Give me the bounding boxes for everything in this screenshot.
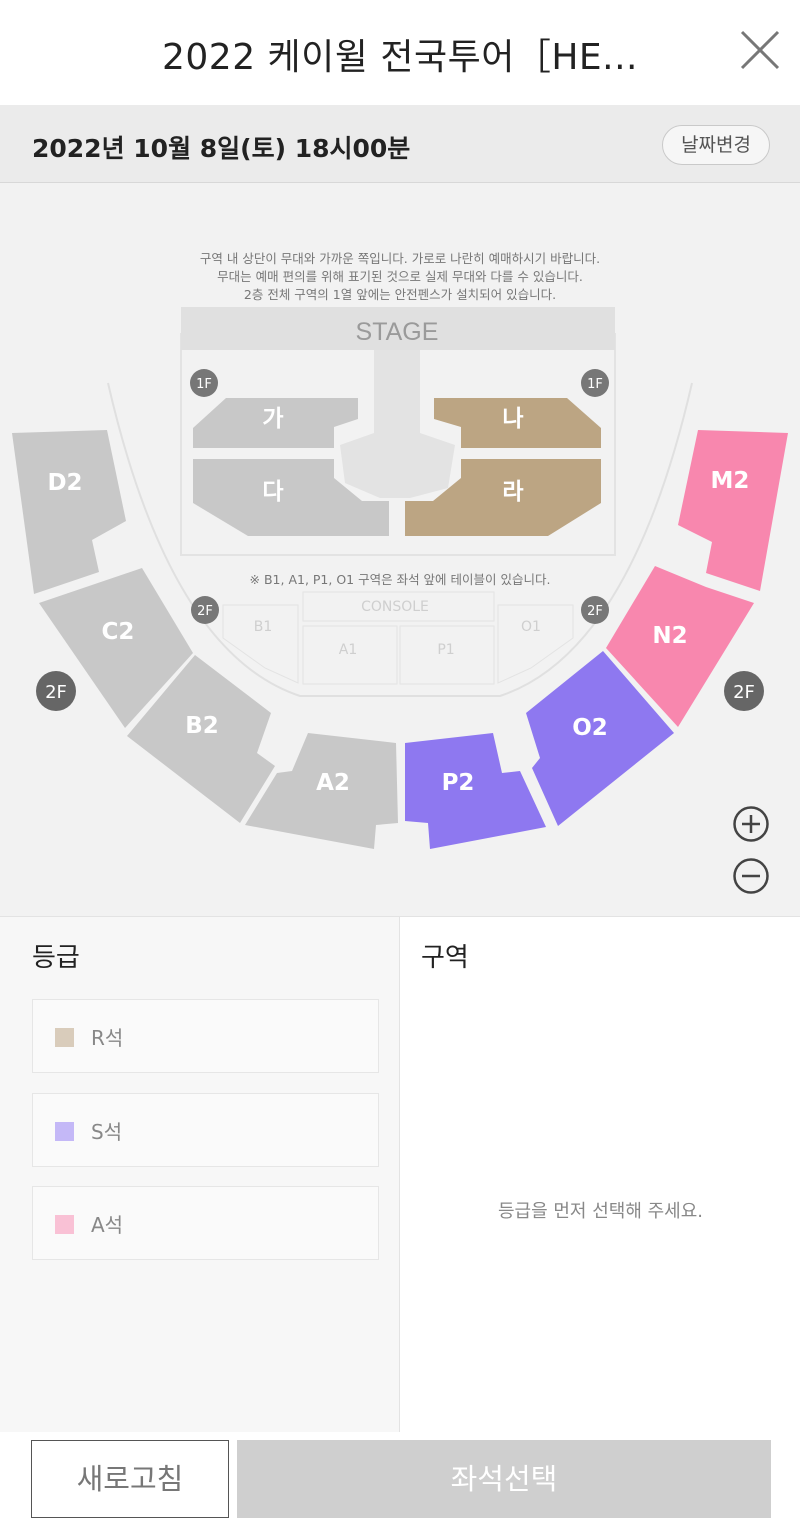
- section-a2-label: A2: [316, 770, 350, 796]
- section-ra-label: 라: [502, 479, 523, 505]
- section-n2-label: N2: [652, 623, 687, 649]
- section-m2-label: M2: [711, 468, 750, 494]
- grade-panel: 등급 R석 S석 A석: [0, 917, 400, 1433]
- section-d2-label: D2: [47, 470, 82, 496]
- zone-heading: 구역: [421, 943, 469, 973]
- section-a2[interactable]: A2: [245, 733, 398, 849]
- floor-badge-2f-inner-left: 2F: [191, 596, 219, 624]
- section-p1[interactable]: P1: [399, 625, 495, 685]
- section-b1[interactable]: B1: [222, 604, 299, 684]
- section-da-label: 다: [262, 479, 283, 505]
- date-bar: 2022년 10월 8일(토) 18시00분 날짜변경: [0, 105, 800, 183]
- grade-item-s[interactable]: S석: [32, 1093, 379, 1167]
- section-b2-label: B2: [185, 713, 219, 739]
- grade-label: S석: [91, 1120, 123, 1144]
- svg-text:2F: 2F: [587, 604, 603, 619]
- header: 2022 케이윌 전국투어［HE...: [0, 0, 800, 105]
- selection-panel: 등급 R석 S석 A석 구역 등급을 먼저 선택해 주세요.: [0, 916, 800, 1433]
- section-c2-label: C2: [102, 619, 135, 645]
- stage-label: STAGE: [356, 318, 439, 346]
- close-icon[interactable]: [738, 28, 782, 72]
- seat-map: STAGE 가 나 다 라 CONSOLE B1 A1 P1 O1 D2 C2 …: [0, 183, 800, 916]
- section-na-label: 나: [502, 406, 523, 432]
- svg-text:2F: 2F: [197, 604, 213, 619]
- svg-text:2F: 2F: [733, 682, 755, 703]
- section-p2[interactable]: P2: [405, 733, 546, 849]
- page-title: 2022 케이윌 전국투어［HE...: [162, 37, 638, 78]
- table-notice: ※ B1, A1, P1, O1 구역은 좌석 앞에 테이블이 있습니다.: [249, 572, 551, 587]
- grade-swatch: [55, 1122, 74, 1141]
- notice-line: 구역 내 상단이 무대와 가까운 쪽입니다. 가로로 나란히 예매하시기 바랍니…: [199, 251, 601, 266]
- floor-badge-2f-outer-right: 2F: [724, 671, 764, 711]
- section-a1-label: A1: [339, 642, 357, 658]
- grade-swatch: [55, 1028, 74, 1047]
- section-m2[interactable]: M2: [678, 430, 788, 591]
- section-o1-label: O1: [521, 619, 541, 635]
- section-ga[interactable]: 가: [193, 398, 358, 448]
- floor-badge-1f-left: 1F: [190, 369, 218, 397]
- svg-text:1F: 1F: [587, 377, 603, 392]
- svg-text:2F: 2F: [45, 682, 67, 703]
- floor-badge-2f-outer-left: 2F: [36, 671, 76, 711]
- grade-label: R석: [91, 1026, 124, 1050]
- svg-text:1F: 1F: [196, 377, 212, 392]
- stage-runway: [340, 350, 455, 498]
- floor-badge-2f-inner-right: 2F: [581, 596, 609, 624]
- select-seat-button[interactable]: 좌석선택: [237, 1440, 771, 1518]
- grade-item-a[interactable]: A석: [32, 1186, 379, 1260]
- section-p1-label: P1: [437, 642, 454, 658]
- section-p2-label: P2: [442, 770, 475, 796]
- grade-swatch: [55, 1215, 74, 1234]
- console-label: CONSOLE: [361, 599, 429, 615]
- zone-empty-message: 등급을 먼저 선택해 주세요.: [497, 1201, 704, 1222]
- floor-badge-1f-right: 1F: [581, 369, 609, 397]
- section-ga-label: 가: [262, 406, 283, 432]
- section-o1[interactable]: O1: [497, 604, 574, 684]
- minus-circle-icon[interactable]: [732, 857, 770, 895]
- section-o2-label: O2: [572, 715, 608, 741]
- plus-circle-icon[interactable]: [732, 805, 770, 843]
- grade-item-r[interactable]: R석: [32, 999, 379, 1073]
- section-b1-label: B1: [254, 619, 273, 635]
- notice-line: 무대는 예매 편의를 위해 표기된 것으로 실제 무대와 다를 수 있습니다.: [217, 269, 583, 284]
- zone-panel: 구역 등급을 먼저 선택해 주세요.: [401, 917, 800, 1433]
- grade-label: A석: [91, 1213, 124, 1237]
- refresh-button[interactable]: 새로고침: [31, 1440, 229, 1518]
- action-bar: 새로고침 좌석선택: [0, 1432, 800, 1524]
- grade-heading: 등급: [32, 943, 80, 973]
- section-na[interactable]: 나: [434, 398, 601, 448]
- change-date-button[interactable]: 날짜변경: [662, 125, 770, 165]
- seat-map-notice: 구역 내 상단이 무대와 가까운 쪽입니다. 가로로 나란히 예매하시기 바랍니…: [0, 250, 800, 304]
- performance-date: 2022년 10월 8일(토) 18시00분: [32, 134, 411, 163]
- notice-line: 2층 전체 구역의 1열 앞에는 안전펜스가 설치되어 있습니다.: [243, 287, 557, 302]
- section-a1[interactable]: A1: [302, 625, 398, 685]
